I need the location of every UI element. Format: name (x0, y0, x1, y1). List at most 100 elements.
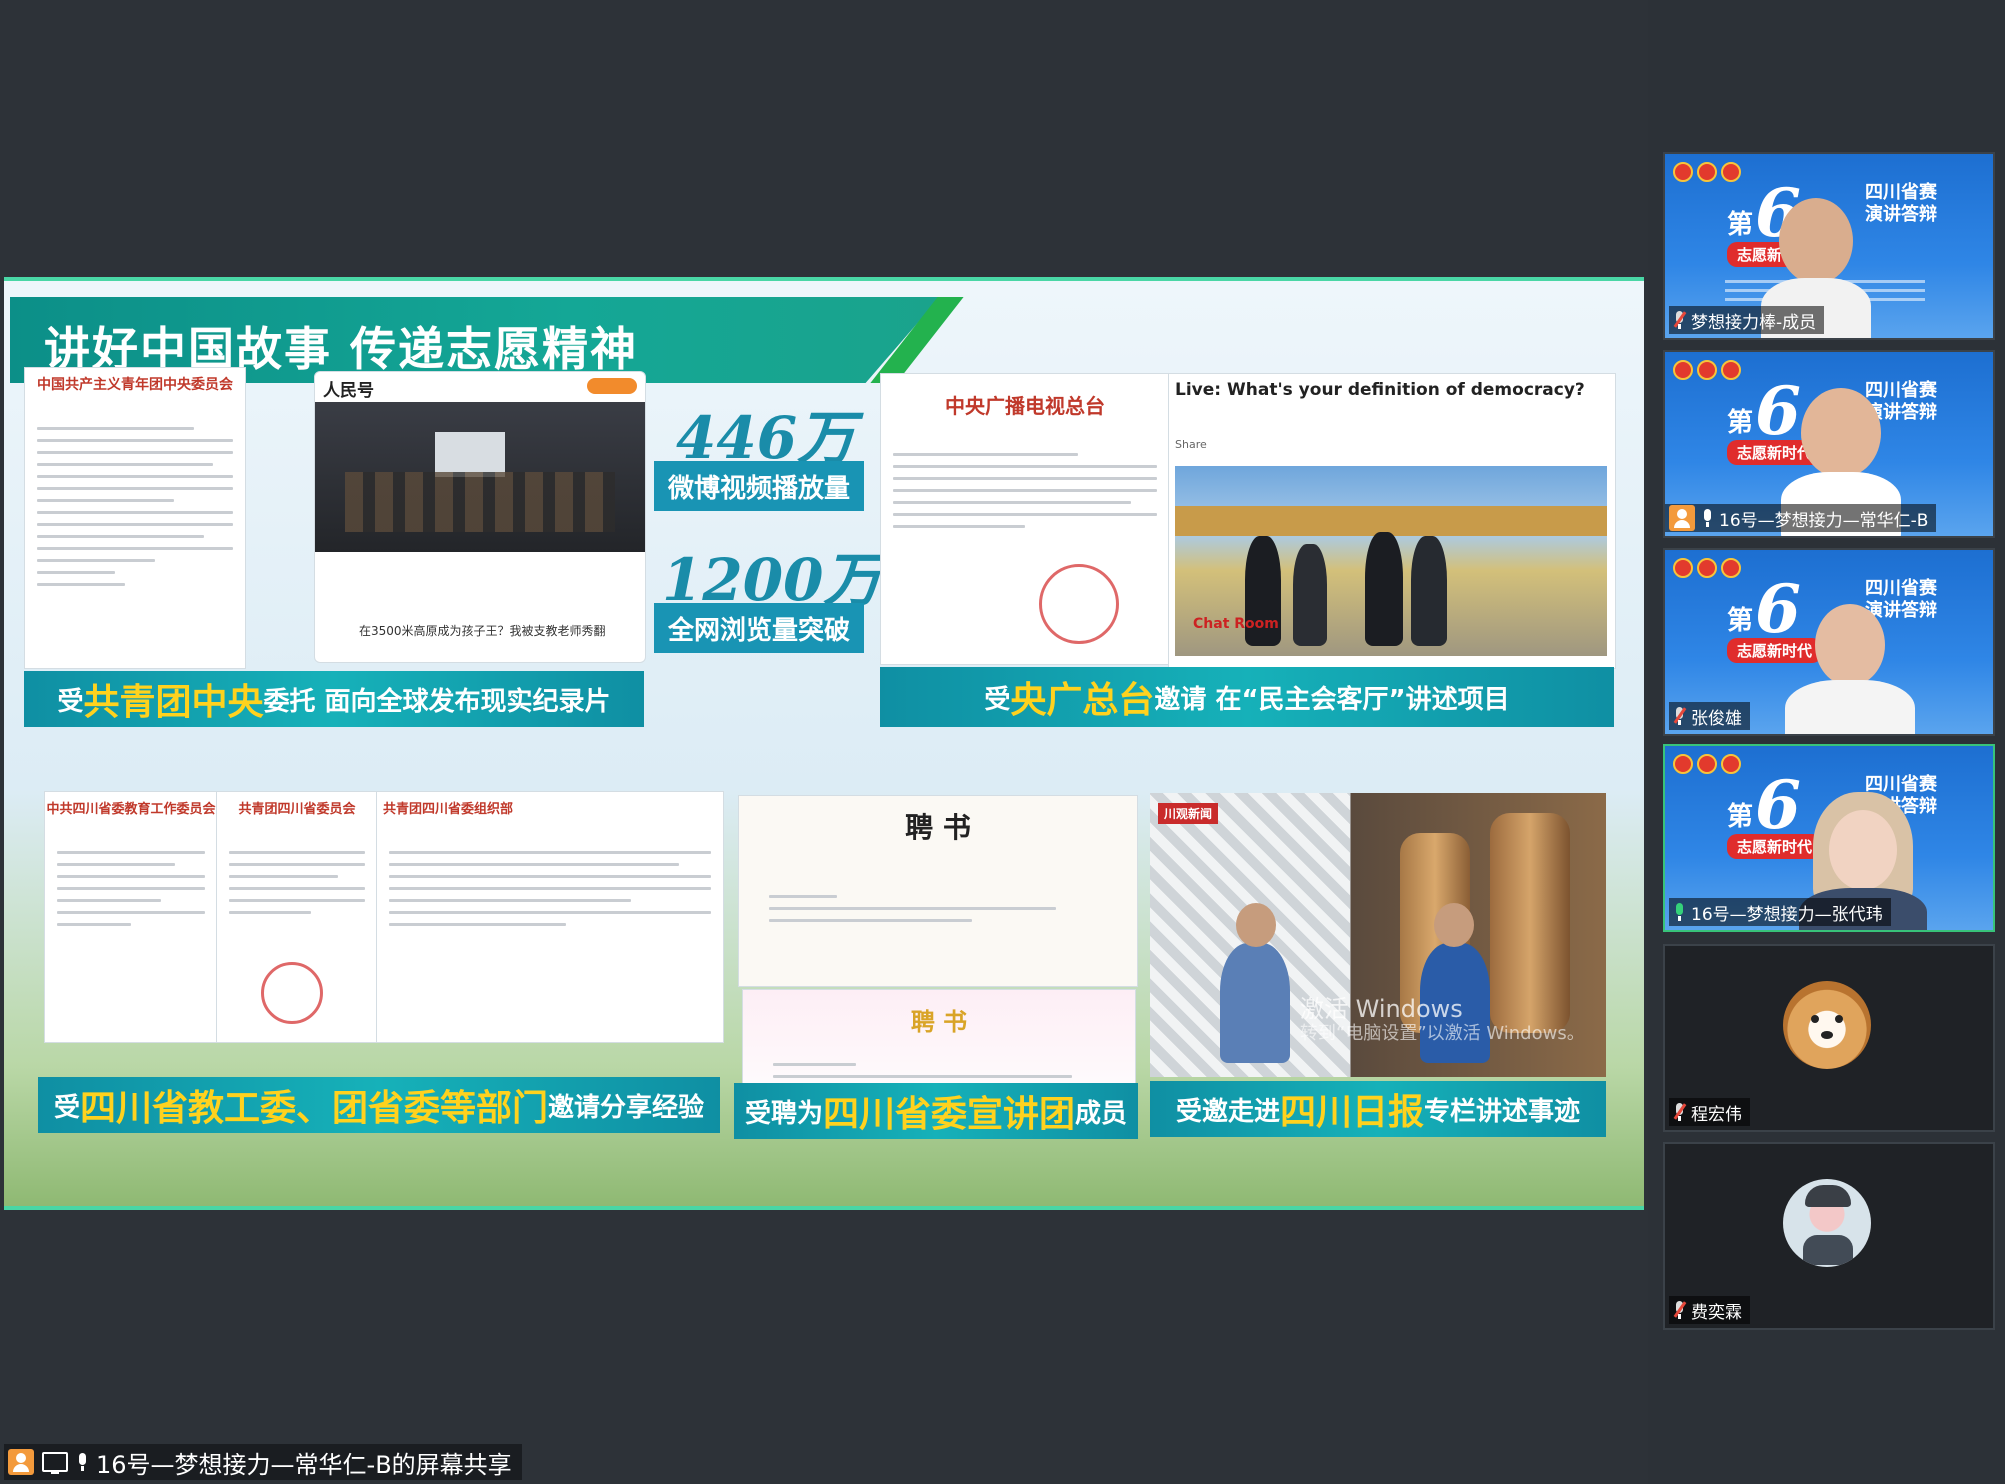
participant-tile[interactable]: 第 6 四川省赛 演讲答辩 志愿新时代 张俊雄 (1663, 548, 1995, 736)
participant-name-tag: 张俊雄 (1669, 702, 1750, 730)
renmin-post-card: 人民号 在3500米高原成为孩子王？我被支教老师秀翻 (314, 371, 646, 663)
caption-highlight: 四川日报 (1279, 1092, 1424, 1133)
caption-text: 邀请 在“民主会客厅”讲述项目 (1154, 684, 1510, 715)
participant-name-tag: 费奕霖 (1669, 1296, 1750, 1324)
caption-text: 邀请分享经验 (548, 1092, 705, 1123)
doc-text-lines (25, 408, 245, 668)
students (345, 472, 615, 532)
certificate-title: 聘 书 (910, 1007, 968, 1036)
participant-name: 16号—梦想接力—常华仁-B (1719, 510, 1929, 531)
group-photo: Chat Room (1175, 466, 1607, 656)
caption-text: 受邀走进 (1175, 1096, 1280, 1127)
poster-di: 第 (1727, 606, 1754, 636)
doc-header: 共青团四川省委员会 (238, 802, 356, 817)
poster-di: 第 (1727, 802, 1754, 832)
doc-header: 共青团四川省委组织部 (383, 802, 514, 817)
participant-name: 程宏伟 (1691, 1104, 1742, 1125)
participant-avatar-person (1783, 1179, 1871, 1267)
participant-sidebar[interactable]: 第 6 四川省赛 演讲答辩 志愿新时代 梦想接力棒-成员 第 6 四川省赛 演讲答辩… (1648, 0, 2005, 1484)
stat-total-views-label: 全网浏览量突破 (654, 603, 864, 653)
poster-title: 四川省赛 演讲答辩 (1865, 182, 1937, 226)
caption-text: 受 (57, 686, 84, 717)
caption-highlight: 共青团中央 (83, 682, 264, 723)
cmg-document: 中央广播电视总台 (880, 373, 1170, 665)
microphone-muted-icon (1673, 707, 1687, 725)
microphone-muted-icon (1673, 1301, 1687, 1319)
person-head (1815, 604, 1885, 686)
sichuan-daily-interview-photo: 川观新闻 激活 Windows 转到“电脑设置”以激活 Windows。 (1150, 793, 1606, 1077)
doc-header: 中央广播电视总台 (945, 394, 1105, 418)
caption-highlight: 央广总台 (1010, 680, 1155, 721)
microphone-icon (1701, 509, 1713, 527)
participant-tile[interactable]: 费奕霖 (1663, 1142, 1995, 1330)
shared-screen-area: 讲好中国故事 传递志愿精神 中国共产主义青年团中央委员会 人民号 在3500米高… (0, 0, 1648, 1484)
participant-name-tag: 16号—梦想接力—张代玮 (1669, 898, 1891, 926)
doc-text-lines (739, 876, 1137, 986)
user-icon (1669, 505, 1695, 531)
caption-text: 受聘为 (744, 1098, 823, 1129)
poster-number: 6 (1755, 766, 1801, 844)
screen-share-label: 16号—梦想接力—常华仁-B的屏幕共享 (96, 1450, 512, 1479)
person-head (1779, 198, 1853, 284)
panel3-caption: 受四川省教工委、团省委等部门 邀请分享经验 (38, 1077, 720, 1133)
renmin-brand: 人民号 (323, 381, 374, 401)
follow-badge (587, 378, 637, 394)
poster-badges (1673, 754, 1741, 774)
doc-text-lines (881, 434, 1169, 664)
poster-title: 四川省赛 演讲答辩 (1865, 578, 1937, 622)
screen-share-status: 16号—梦想接力—常华仁-B的屏幕共享 (4, 1444, 522, 1480)
panel1-caption: 受共青团中央 委托 面向全球发布现实纪录片 (24, 671, 644, 727)
poster-badges (1673, 162, 1741, 182)
person-head (1236, 903, 1276, 947)
person-head (1434, 903, 1474, 947)
participant-tile[interactable]: 第 6 四川省赛 演讲答辩 志愿新时代 16号—梦想接力—常华仁-B (1663, 350, 1995, 538)
person (1293, 544, 1327, 646)
participant-tile-active-speaker[interactable]: 第 6 四川省赛 演讲答辩 志愿新时代 16号—梦想接力—张代玮 (1663, 744, 1995, 932)
doc-text-lines (45, 832, 217, 1042)
panel2-caption: 受央广总台 邀请 在“民主会客厅”讲述项目 (880, 667, 1614, 727)
poster-di: 第 (1727, 210, 1754, 240)
panel5-caption: 受邀走进 四川日报 专栏讲述事迹 (1150, 1081, 1606, 1137)
poster-line: 四川省赛 (1865, 578, 1937, 599)
microphone-muted-icon (1673, 311, 1687, 329)
appointment-certificate: 聘 书 (738, 795, 1138, 987)
person-head (1801, 388, 1881, 478)
poster-badges (1673, 360, 1741, 380)
doc-header: 中共四川省委教育工作委员会 (46, 802, 216, 817)
poster-number: 6 (1755, 570, 1801, 648)
caption-highlight: 四川省教工委、团省委等部门 (79, 1088, 548, 1129)
certificate-title: 聘 书 (905, 811, 971, 844)
caption-text: 受 (984, 684, 1011, 715)
poster-badges (1673, 558, 1741, 578)
stat-video-plays-label: 微博视频播放量 (654, 461, 864, 511)
poster-line: 四川省赛 (1865, 182, 1937, 203)
participant-avatar-dog (1783, 981, 1871, 1069)
brewing-tank (1490, 813, 1570, 1033)
participant-name: 费奕霖 (1691, 1302, 1742, 1323)
participant-name: 张俊雄 (1691, 708, 1742, 729)
classroom-video-thumbnail (315, 402, 645, 552)
panel4-caption: 受聘为 四川省委宣讲团 成员 (734, 1083, 1138, 1139)
person-body (1785, 680, 1915, 734)
poster-line: 四川省赛 (1865, 380, 1937, 401)
caption-text: 成员 (1075, 1098, 1128, 1129)
person (1411, 536, 1447, 646)
participant-tile[interactable]: 第 6 四川省赛 演讲答辩 志愿新时代 梦想接力棒-成员 (1663, 152, 1995, 340)
person (1365, 532, 1403, 646)
participant-name-tag: 程宏伟 (1669, 1098, 1750, 1126)
caption-text: 受 (53, 1092, 80, 1123)
education-committee-document: 中共四川省委教育工作委员会 (44, 791, 218, 1043)
participant-tile[interactable]: 程宏伟 (1663, 944, 1995, 1132)
renmin-post-text: 在3500米高原成为孩子王？我被支教老师秀翻 (359, 624, 606, 638)
participant-name-tag: 梦想接力棒-成员 (1669, 306, 1825, 334)
caption-text: 专栏讲述事迹 (1424, 1096, 1581, 1127)
microphone-speaking-icon (1673, 903, 1685, 921)
official-seal (1039, 564, 1119, 644)
caption-highlight: 四川省委宣讲团 (822, 1094, 1075, 1135)
person-interviewer (1220, 943, 1290, 1063)
participant-name-tag: 16号—梦想接力—常华仁-B (1665, 504, 1937, 532)
windows-activation-watermark-sub: 转到“电脑设置”以激活 Windows。 (1300, 1023, 1585, 1044)
person-head (1829, 810, 1897, 890)
poster-red-label: 志愿新时代 (1727, 638, 1823, 663)
microphone-icon (76, 1453, 88, 1471)
